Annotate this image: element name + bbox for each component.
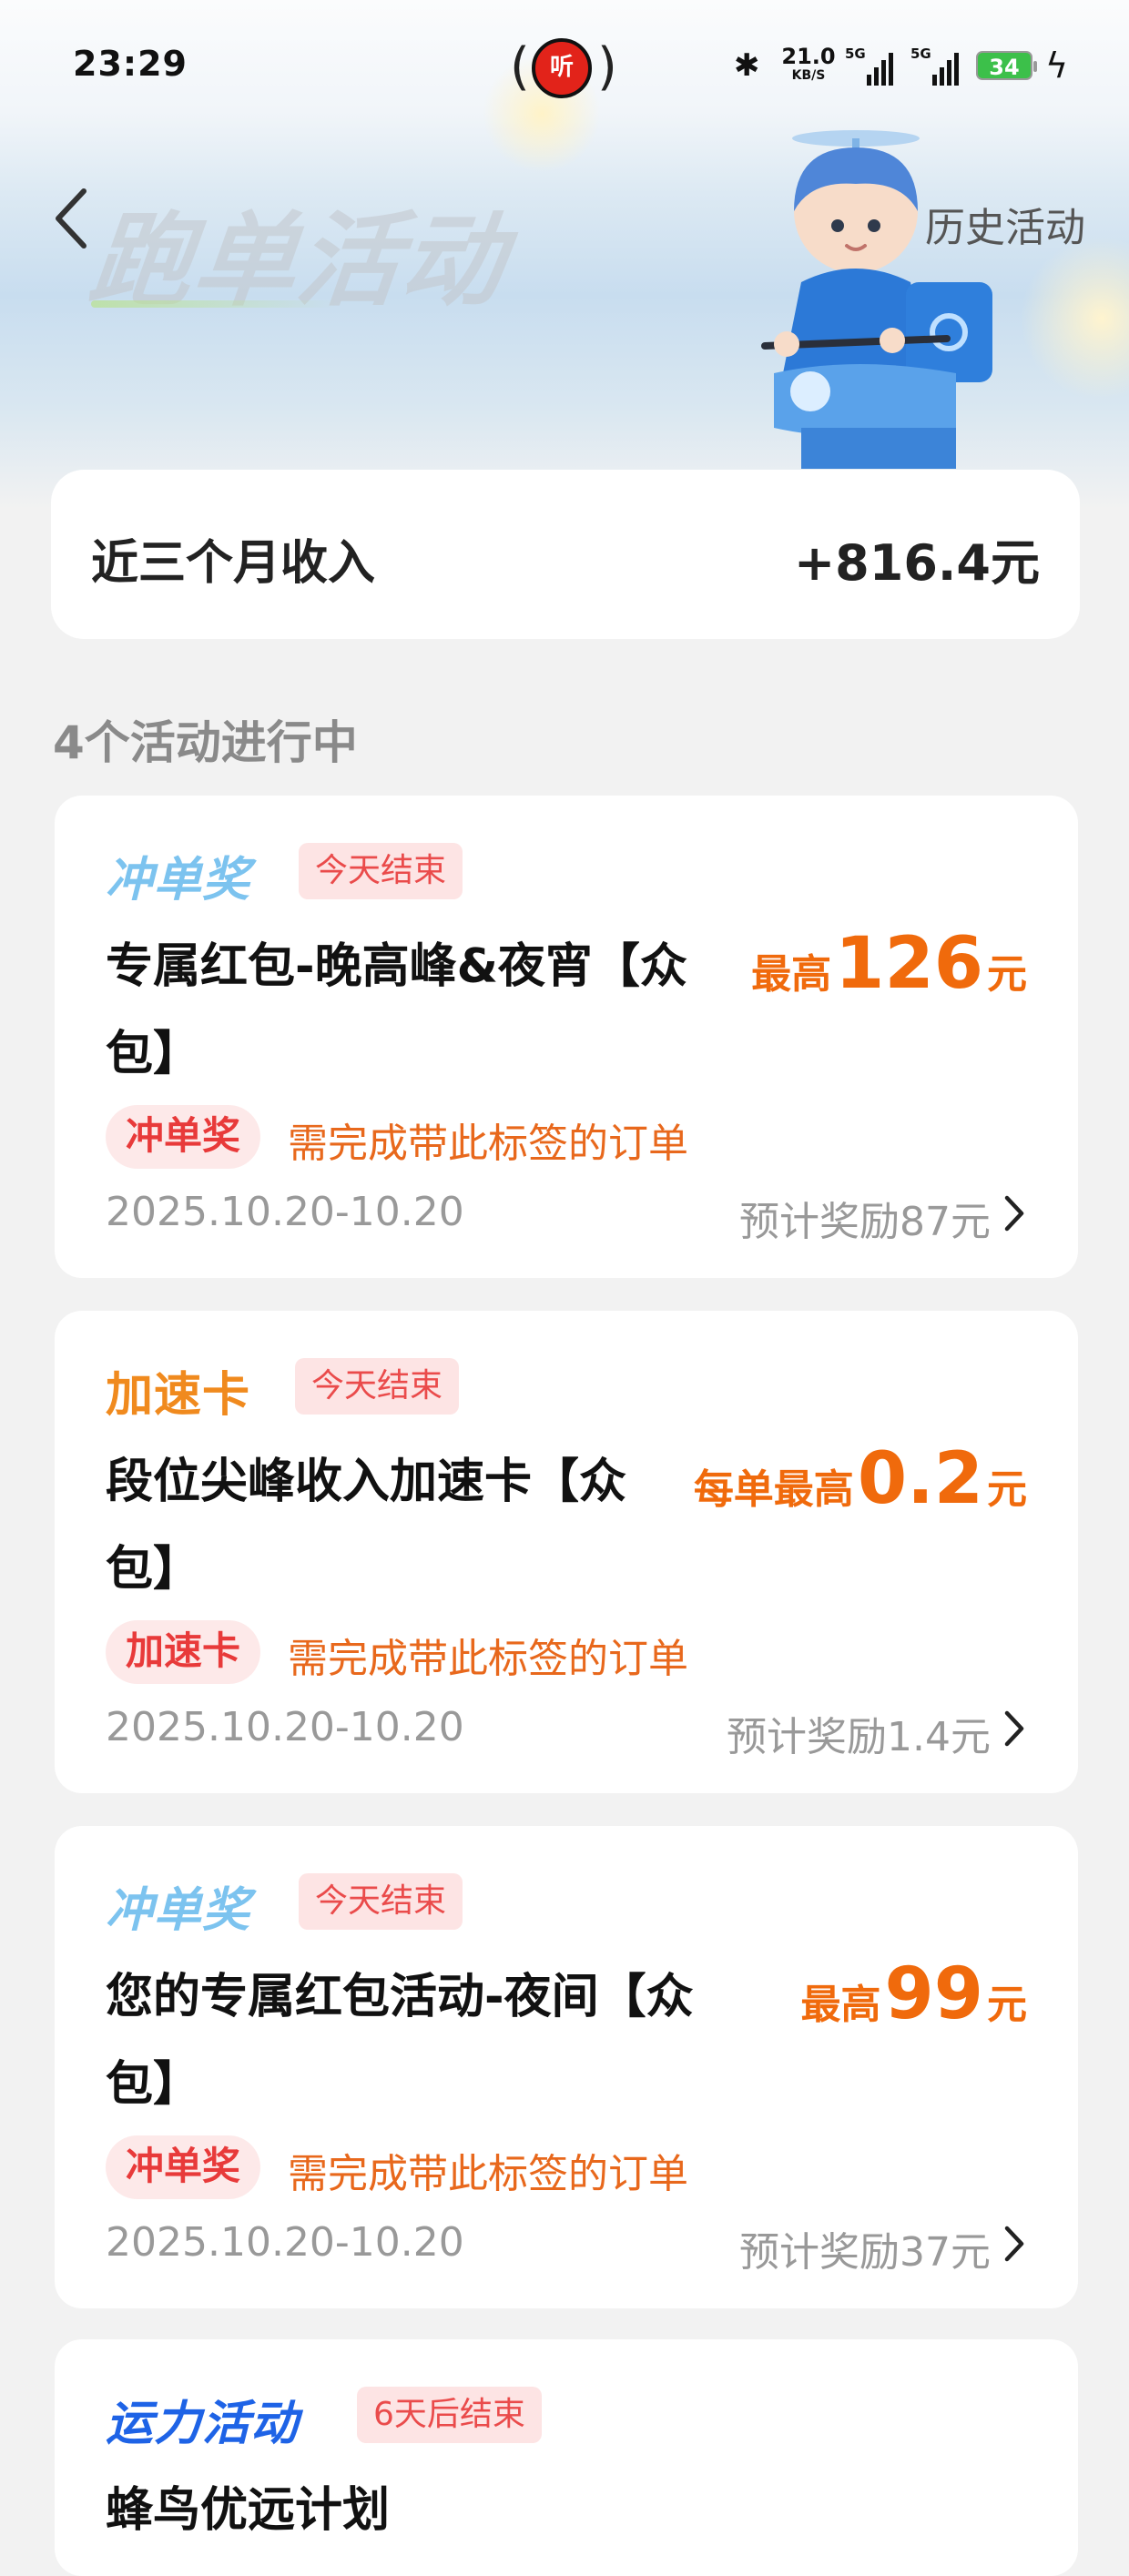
- signal-icon: 5G: [910, 46, 965, 86]
- income-summary-card: 近三个月收入 +816.4元: [51, 470, 1080, 639]
- activity-title: 段位尖峰收入加速卡【众包】: [106, 1455, 627, 1597]
- reward-amount: 最高99元: [800, 1953, 1027, 2035]
- signal-bar: [874, 67, 879, 86]
- estimated-reward: 预计奖励37元: [739, 2229, 991, 2276]
- reward-amount: 每单最高0.2元: [694, 1438, 1027, 1520]
- reward-amount: 最高126元: [751, 923, 1027, 1005]
- reward-unit: 元: [987, 1982, 1027, 2028]
- network-speed: 21.0 KB/S: [781, 46, 836, 82]
- requirement-text: 需完成带此标签的订单: [288, 1121, 688, 1167]
- order-label-tag: 冲单奖: [106, 1105, 261, 1169]
- activity-title: 您的专属红包活动-夜间【众包】: [106, 1970, 694, 2112]
- network-speed-value: 21.0: [781, 44, 836, 69]
- income-value: +816.4元: [793, 534, 1040, 592]
- network-speed-unit: KB/S: [791, 68, 826, 83]
- signal-bar: [947, 60, 951, 86]
- activity-type-logo: 冲单奖: [106, 1883, 251, 1938]
- end-time-tag: 今天结束: [295, 1358, 460, 1415]
- requirement-text: 需完成带此标签的订单: [288, 2151, 688, 2197]
- battery-icon: 34: [976, 51, 1037, 80]
- back-button[interactable]: [51, 182, 97, 255]
- decor-glow: [1020, 237, 1129, 401]
- reward-value: 99: [884, 1953, 983, 2035]
- activity-card[interactable]: 冲单奖 今天结束 专属红包-晚高峰&夜宵【众包】 最高126元 冲单奖 需完成带…: [55, 796, 1078, 1278]
- activity-title: 专属红包-晚高峰&夜宵【众包】: [106, 939, 687, 1081]
- chevron-right-icon: [1004, 1195, 1024, 1232]
- status-time: 23:29: [73, 44, 188, 84]
- signal-bar: [881, 60, 886, 86]
- status-bar: 23:29 ( 听 ) ✱ 21.0 KB/S 5G 5G 34 ϟ: [0, 0, 1129, 137]
- date-range: 2025.10.20-10.20: [106, 1189, 464, 1235]
- signal-bar: [889, 53, 893, 86]
- activity-card[interactable]: 加速卡 今天结束 段位尖峰收入加速卡【众包】 每单最高0.2元 加速卡 需完成带…: [55, 1311, 1078, 1793]
- end-time-tag: 6天后结束: [357, 2387, 542, 2443]
- activity-type-logo: 冲单奖: [106, 853, 251, 908]
- charging-icon: ϟ: [1045, 46, 1069, 86]
- reward-value: 126: [835, 923, 983, 1005]
- status-icons: ✱ 21.0 KB/S 5G 5G 34 ϟ: [728, 40, 1074, 91]
- sim1-label: 5G: [845, 46, 866, 62]
- reward-prefix: 最高: [751, 951, 832, 998]
- estimated-reward: 预计奖励87元: [739, 1199, 991, 1245]
- chevron-left-icon: [56, 188, 86, 248]
- activity-card[interactable]: 运力活动 6天后结束 蜂鸟优远计划: [55, 2339, 1078, 2576]
- reward-prefix: 最高: [800, 1982, 881, 2028]
- signal-bar: [932, 75, 937, 86]
- reward-unit: 元: [987, 1466, 1027, 1513]
- reward-unit: 元: [987, 951, 1027, 998]
- end-time-tag: 今天结束: [299, 1873, 463, 1930]
- reward-prefix: 每单最高: [693, 1466, 854, 1513]
- reward-value: 0.2: [857, 1438, 983, 1520]
- activity-title: 蜂鸟优远计划: [106, 2483, 391, 2538]
- badge-right-paren: ): [597, 37, 617, 96]
- order-label-tag: 加速卡: [106, 1620, 261, 1684]
- activity-type-logo: 加速卡: [106, 1368, 251, 1423]
- chevron-right-icon: [1004, 2226, 1024, 2262]
- activity-card[interactable]: 冲单奖 今天结束 您的专属红包活动-夜间【众包】 最高99元 冲单奖 需完成带此…: [55, 1826, 1078, 2308]
- date-range: 2025.10.20-10.20: [106, 1704, 464, 1750]
- header-banner: 23:29 ( 听 ) ✱ 21.0 KB/S 5G 5G 34 ϟ 跑单活动 …: [0, 0, 1129, 510]
- listen-app-icon: 听: [532, 38, 592, 98]
- order-label-tag: 冲单奖: [106, 2135, 261, 2199]
- signal-bar: [867, 75, 871, 86]
- title-underline: [91, 300, 337, 308]
- sim2-label: 5G: [910, 46, 931, 62]
- signal-bar: [940, 67, 944, 86]
- requirement-text: 需完成带此标签的订单: [288, 1636, 688, 1682]
- badge-left-paren: (: [510, 37, 530, 96]
- active-activities-title: 4个活动进行中: [53, 716, 358, 769]
- signal-bar: [954, 53, 959, 86]
- chevron-right-icon: [1004, 1710, 1024, 1747]
- signal-icon: 5G: [845, 46, 900, 86]
- battery-level: 34: [989, 55, 1020, 80]
- listen-app-badge: ( 听 ): [510, 35, 617, 100]
- activity-type-logo: 运力活动: [106, 2397, 300, 2451]
- rider-mascot-illustration: [761, 130, 992, 469]
- estimated-reward: 预计奖励1.4元: [727, 1714, 991, 1760]
- date-range: 2025.10.20-10.20: [106, 2219, 464, 2266]
- end-time-tag: 今天结束: [299, 843, 463, 899]
- bluetooth-icon: ✱: [734, 47, 760, 84]
- battery-cap: [1033, 61, 1037, 72]
- income-label: 近三个月收入: [91, 536, 376, 591]
